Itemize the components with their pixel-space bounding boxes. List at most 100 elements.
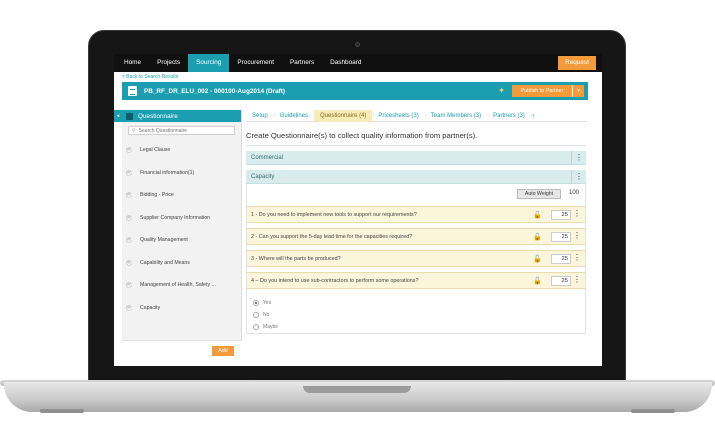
tab-questionnaire[interactable]: Questionnaire (4) [314, 109, 375, 122]
page-title: PB_RF_DR_ELU_002 - 000100-Aug2014 (Draft… [144, 87, 286, 95]
more-options-icon[interactable]: ⋮ [571, 170, 583, 184]
check-icon [126, 192, 132, 199]
question-row[interactable]: 1 - Do you need to implement new tools t… [247, 206, 585, 223]
option-label: Maybe [263, 324, 279, 330]
option-label: Yes [263, 300, 272, 306]
laptop-foot-left [40, 409, 84, 413]
nav-partners[interactable]: Partners [282, 54, 322, 72]
tab-team-members[interactable]: Team Members (3) [425, 110, 490, 122]
collapse-sidebar-icon[interactable]: ◂ [114, 110, 122, 122]
question-text: 3 - Where will the parts be produced? [251, 255, 341, 262]
option-label: No [263, 312, 270, 318]
option-no[interactable]: No [253, 309, 585, 321]
nav-projects[interactable]: Projects [149, 54, 188, 72]
sidebar-footer: Add [122, 340, 242, 366]
sidebar-item-label: Capacity [140, 304, 161, 311]
check-icon [126, 214, 132, 221]
check-icon [126, 259, 132, 266]
more-options-icon[interactable]: ⋮ [571, 151, 583, 165]
questionnaire-sidebar: ◂ Questionnaire ⚲ Legal Clause Financial… [114, 110, 242, 366]
question-weight-input[interactable]: 25 [551, 210, 571, 220]
more-options-icon[interactable]: ⋮ [573, 253, 581, 262]
laptop-notch [303, 386, 411, 393]
lock-icon[interactable]: 🔓 [533, 277, 542, 285]
section-title: Capacity [251, 173, 275, 180]
request-button[interactable]: Request [558, 56, 596, 70]
auto-weight-button[interactable]: Auto Weight [517, 189, 561, 199]
question-weight-input[interactable]: 25 [551, 254, 571, 264]
sidebar-item-financial-information[interactable]: Financial information(1) [122, 162, 241, 185]
sidebar-item-label: Supplier Company Information [140, 214, 211, 221]
main-area: ◂ Questionnaire ⚲ Legal Clause Financial… [114, 109, 602, 366]
sidebar-item-label: Financial information(1) [140, 169, 195, 176]
tab-partners[interactable]: Partners (3) [487, 110, 532, 122]
sidebar-item-capacity[interactable]: Capacity [122, 297, 241, 320]
search-questionnaire-input[interactable] [138, 127, 229, 134]
section-commercial[interactable]: Commercial ⋮ [246, 151, 586, 165]
search-icon: ⚲ [132, 127, 136, 134]
question-weight-input[interactable]: 25 [551, 276, 571, 286]
nav-procurement[interactable]: Procurement [229, 54, 282, 72]
sidebar-item-supplier-company-information[interactable]: Supplier Company Information [122, 207, 241, 230]
chevron-down-icon[interactable]: ▾ [572, 85, 584, 97]
sidebar-item-quality-management[interactable]: Quality Management [122, 229, 241, 252]
answer-options: Yes No Maybe [247, 289, 585, 333]
sidebar-item-capability-and-means[interactable]: Capability and Means [122, 252, 241, 275]
weight-total: 100 [568, 190, 579, 196]
nav-home[interactable]: Home [116, 54, 149, 72]
radio-icon[interactable] [253, 312, 259, 318]
question-text: 4 – Do you intend to use sub-contractors… [251, 277, 419, 284]
lock-icon[interactable]: 🔓 [533, 233, 542, 241]
question-row[interactable]: 2 - Can you support the 5-day lead time … [247, 228, 585, 245]
check-icon [126, 237, 132, 244]
nav-sourcing[interactable]: Sourcing [188, 54, 230, 72]
sidebar-item-label: Management of Health, Safety ... [140, 282, 216, 289]
sidebar-item-bidding-price[interactable]: Bidding - Price [122, 184, 241, 207]
tab-pricesheets[interactable]: Pricesheets (3) [372, 110, 427, 122]
app-screen: Home Projects Sourcing Procurement Partn… [114, 54, 602, 366]
tabs-more-icon[interactable]: › [533, 113, 535, 119]
activity-icon[interactable]: ✦ [498, 86, 505, 95]
option-maybe[interactable]: Maybe [253, 321, 585, 333]
nav-dashboard[interactable]: Dashboard [322, 54, 369, 72]
publish-to-partner-button[interactable]: Publish to Partner ▾ [512, 85, 584, 97]
lock-icon[interactable]: 🔓 [533, 255, 542, 263]
question-weight-input[interactable]: 25 [551, 232, 571, 242]
sidebar-search[interactable]: ⚲ [128, 126, 235, 135]
publish-label[interactable]: Publish to Partner [512, 85, 572, 97]
question-row[interactable]: 3 - Where will the parts be produced? 🔓 … [247, 250, 585, 267]
tab-guidelines[interactable]: Guidelines [274, 110, 317, 122]
radio-icon[interactable] [253, 324, 259, 330]
tab-bar: Setup Guidelines Questionnaire (4) Price… [246, 109, 586, 122]
laptop-foot-right [631, 409, 675, 413]
more-options-icon[interactable]: ⋮ [573, 209, 581, 218]
more-options-icon[interactable]: ⋮ [573, 275, 581, 284]
back-to-search-link[interactable]: < Back to Search Results [114, 72, 602, 82]
questionnaire-icon [126, 112, 133, 120]
check-icon [126, 304, 132, 311]
sidebar-item-label: Capability and Means [140, 259, 190, 266]
check-icon [126, 147, 132, 154]
top-nav: Home Projects Sourcing Procurement Partn… [114, 54, 602, 72]
sidebar-item-legal-clause[interactable]: Legal Clause [122, 139, 241, 162]
question-text: 1 - Do you need to implement new tools t… [251, 211, 417, 218]
sidebar-header: Questionnaire [122, 110, 241, 122]
tab-setup[interactable]: Setup [246, 110, 275, 122]
sidebar-item-label: Quality Management [140, 237, 188, 244]
check-icon [126, 169, 132, 176]
lock-icon[interactable]: 🔓 [533, 211, 542, 219]
document-icon [128, 86, 137, 96]
section-title: Commercial [251, 154, 284, 161]
question-row[interactable]: 4 – Do you intend to use sub-contractors… [247, 272, 585, 289]
sidebar-title: Questionnaire [138, 112, 178, 120]
check-icon [126, 282, 132, 289]
more-options-icon[interactable]: ⋮ [573, 231, 581, 240]
option-yes[interactable]: Yes [253, 297, 585, 309]
question-text: 2 - Can you support the 5-day lead time … [251, 233, 413, 240]
document-title-bar: PB_RF_DR_ELU_002 - 000100-Aug2014 (Draft… [122, 82, 588, 100]
radio-selected-icon[interactable] [253, 300, 259, 306]
add-button[interactable]: Add [212, 346, 234, 356]
section-capacity[interactable]: Capacity ⋮ [246, 170, 586, 184]
auto-weight-row: Auto Weight 100 [247, 187, 585, 201]
sidebar-item-health-safety[interactable]: Management of Health, Safety ... [122, 274, 241, 297]
